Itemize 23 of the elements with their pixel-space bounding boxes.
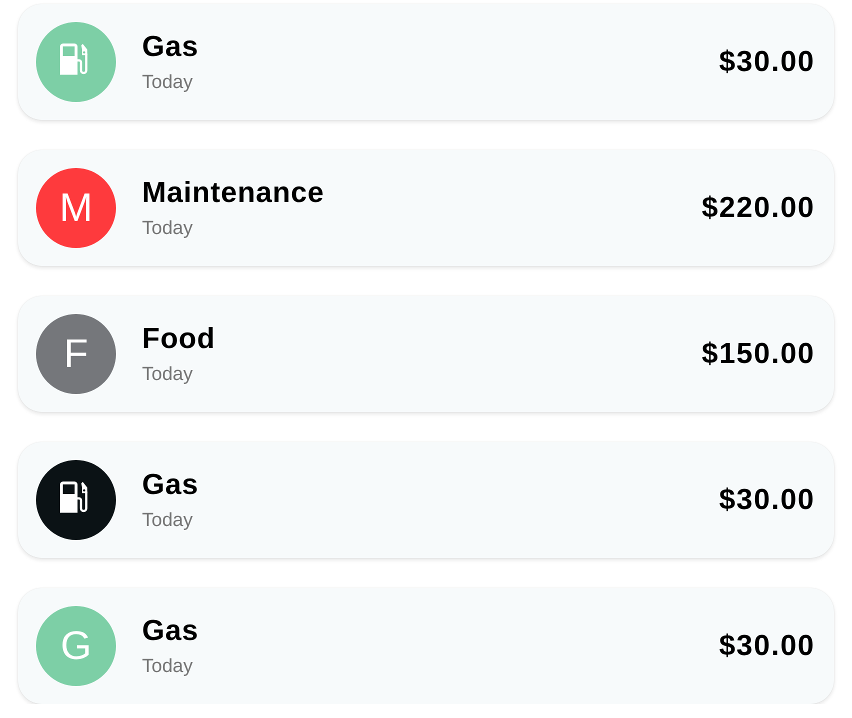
transaction-card[interactable]: Gas Today $30.00 (18, 4, 834, 120)
transaction-card[interactable]: G Gas Today $30.00 (18, 588, 834, 704)
transaction-card[interactable]: F Food Today $150.00 (18, 296, 834, 412)
transaction-amount: $30.00 (719, 629, 815, 663)
transaction-title: Gas (142, 468, 200, 502)
transaction-date: Today (142, 654, 194, 678)
transaction-date: Today (142, 216, 194, 240)
letter-avatar: G (36, 606, 116, 686)
transaction-amount: $220.00 (702, 191, 815, 225)
transaction-amount: $30.00 (719, 45, 815, 79)
transaction-title: Gas (142, 30, 200, 64)
transaction-date: Today (142, 70, 194, 94)
transaction-date: Today (142, 508, 194, 532)
letter-avatar: F (36, 314, 116, 394)
transaction-title: Gas (142, 614, 200, 648)
transaction-card[interactable]: Gas Today $30.00 (18, 442, 834, 558)
transaction-date: Today (142, 362, 194, 386)
letter-avatar: M (36, 168, 116, 248)
transaction-title: Food (142, 322, 216, 356)
transaction-amount: $150.00 (702, 337, 815, 371)
transaction-card[interactable]: M Maintenance Today $220.00 (18, 150, 834, 266)
transaction-title: Maintenance (142, 176, 326, 210)
transaction-amount: $30.00 (719, 483, 815, 517)
